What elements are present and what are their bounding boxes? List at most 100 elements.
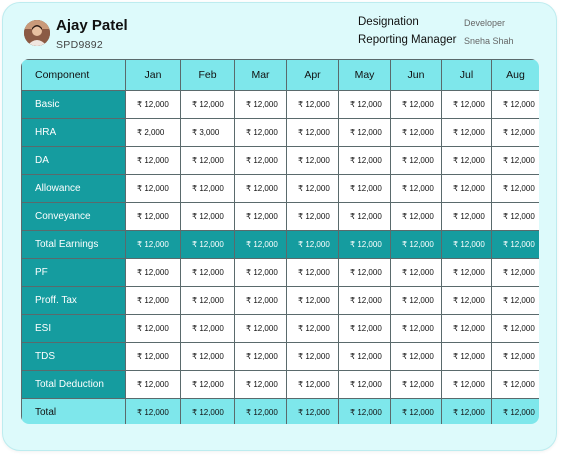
amount-cell: ₹ 12,000 [234,146,287,175]
amount-cell: ₹ 12,000 [390,202,442,231]
row-label: Total [21,398,126,424]
table-row: Conveyance ₹ 12,000 ₹ 12,000 ₹ 12,000 ₹ 12,0… [21,202,539,231]
amount-cell: ₹ 12,000 [491,342,539,371]
amount-cell: ₹ 12,000 [338,118,391,147]
amount-cell: ₹ 12,000 [441,146,492,175]
amount-cell: ₹ 12,000 [125,286,181,315]
amount-cell: ₹ 12,000 [441,174,492,203]
amount-cell: ₹ 12,000 [338,230,391,259]
amount-cell: ₹ 12,000 [441,314,492,343]
amount-cell: ₹ 12,000 [125,370,181,399]
amount-cell: ₹ 12,000 [491,370,539,399]
table-row: Total Earnings ₹ 12,000 ₹ 12,000 ₹ 12,000 ₹ … [21,230,539,259]
amount-cell: ₹ 12,000 [441,118,492,147]
amount-cell: ₹ 12,000 [390,258,442,287]
amount-cell: ₹ 12,000 [180,174,235,203]
amount-cell: ₹ 12,000 [441,370,492,399]
table-row: Total Deduction ₹ 12,000 ₹ 12,000 ₹ 12,000 ₹… [21,370,539,399]
amount-cell: ₹ 12,000 [180,202,235,231]
amount-cell: ₹ 12,000 [338,370,391,399]
amount-cell: ₹ 12,000 [390,146,442,175]
amount-cell: ₹ 12,000 [491,314,539,343]
column-header-mar: Mar [234,59,287,91]
column-header-jan: Jan [125,59,181,91]
amount-cell: ₹ 12,000 [338,202,391,231]
amount-cell: ₹ 12,000 [338,146,391,175]
amount-cell: ₹ 12,000 [234,202,287,231]
row-label: PF [21,258,126,287]
column-header-feb: Feb [180,59,235,91]
amount-cell: ₹ 12,000 [234,258,287,287]
amount-cell: ₹ 12,000 [286,146,339,175]
amount-cell: ₹ 12,000 [338,174,391,203]
amount-cell: ₹ 12,000 [491,174,539,203]
table-row: HRA ₹ 2,000 ₹ 3,000 ₹ 12,000 ₹ 12,000 ₹ 12,00… [21,118,539,147]
amount-cell: ₹ 12,000 [390,174,442,203]
amount-cell: ₹ 12,000 [234,174,287,203]
amount-cell: ₹ 12,000 [234,370,287,399]
amount-cell: ₹ 12,000 [125,398,181,424]
amount-cell: ₹ 12,000 [125,314,181,343]
table-row: Basic ₹ 12,000 ₹ 12,000 ₹ 12,000 ₹ 12,000 ₹ 1… [21,90,539,119]
amount-cell: ₹ 12,000 [441,230,492,259]
amount-cell: ₹ 12,000 [441,258,492,287]
amount-cell: ₹ 12,000 [234,230,287,259]
reporting-manager-value: Sneha Shah [464,36,514,46]
designation-label: Designation [358,16,419,28]
amount-cell: ₹ 12,000 [125,342,181,371]
amount-cell: ₹ 12,000 [286,286,339,315]
avatar[interactable] [24,20,50,46]
reporting-manager-label: Reporting Manager [358,34,457,46]
row-label: Conveyance [21,202,126,231]
amount-cell: ₹ 12,000 [180,230,235,259]
amount-cell: ₹ 12,000 [234,342,287,371]
row-label: Basic [21,90,126,119]
amount-cell: ₹ 12,000 [441,90,492,119]
column-header-aug: Aug [491,59,539,91]
amount-cell: ₹ 12,000 [491,146,539,175]
amount-cell: ₹ 12,000 [491,118,539,147]
user-photo-icon [24,20,50,46]
amount-cell: ₹ 12,000 [491,286,539,315]
row-label: Proff. Tax [21,286,126,315]
amount-cell: ₹ 12,000 [441,398,492,424]
amount-cell: ₹ 12,000 [286,174,339,203]
amount-cell: ₹ 12,000 [286,370,339,399]
employee-id: SPD9892 [56,39,104,51]
amount-cell: ₹ 12,000 [390,342,442,371]
table-row: DA ₹ 12,000 ₹ 12,000 ₹ 12,000 ₹ 12,000 ₹ 12,0… [21,146,539,175]
amount-cell: ₹ 12,000 [338,314,391,343]
table-row: TDS ₹ 12,000 ₹ 12,000 ₹ 12,000 ₹ 12,000 ₹ 12,… [21,342,539,371]
amount-cell: ₹ 12,000 [390,118,442,147]
amount-cell: ₹ 12,000 [286,314,339,343]
row-label: Total Deduction [21,370,126,399]
table-row: ESI ₹ 12,000 ₹ 12,000 ₹ 12,000 ₹ 12,000 ₹ 12,… [21,314,539,343]
amount-cell: ₹ 12,000 [491,398,539,424]
amount-cell: ₹ 12,000 [286,230,339,259]
amount-cell: ₹ 12,000 [286,342,339,371]
amount-cell: ₹ 12,000 [338,258,391,287]
table-row: Allowance ₹ 12,000 ₹ 12,000 ₹ 12,000 ₹ 12,00… [21,174,539,203]
amount-cell: ₹ 12,000 [338,90,391,119]
amount-cell: ₹ 12,000 [390,370,442,399]
amount-cell: ₹ 12,000 [390,314,442,343]
salary-table: Component Jan Feb Mar Apr May Jun Jul Aug Basic ₹ … [21,59,539,424]
amount-cell: ₹ 12,000 [234,286,287,315]
column-header-jul: Jul [441,59,492,91]
amount-cell: ₹ 12,000 [390,230,442,259]
table-row: PF ₹ 12,000 ₹ 12,000 ₹ 12,000 ₹ 12,000 ₹ 12,0… [21,258,539,287]
amount-cell: ₹ 12,000 [338,286,391,315]
amount-cell: ₹ 12,000 [390,398,442,424]
amount-cell: ₹ 12,000 [491,258,539,287]
column-header-component: Component [21,59,126,91]
amount-cell: ₹ 12,000 [180,90,235,119]
table-header-row: Component Jan Feb Mar Apr May Jun Jul Aug [21,59,539,91]
amount-cell: ₹ 12,000 [441,342,492,371]
amount-cell: ₹ 12,000 [234,398,287,424]
amount-cell: ₹ 12,000 [234,314,287,343]
amount-cell: ₹ 12,000 [180,398,235,424]
amount-cell: ₹ 12,000 [286,118,339,147]
amount-cell: ₹ 2,000 [125,118,181,147]
amount-cell: ₹ 3,000 [180,118,235,147]
amount-cell: ₹ 12,000 [390,90,442,119]
